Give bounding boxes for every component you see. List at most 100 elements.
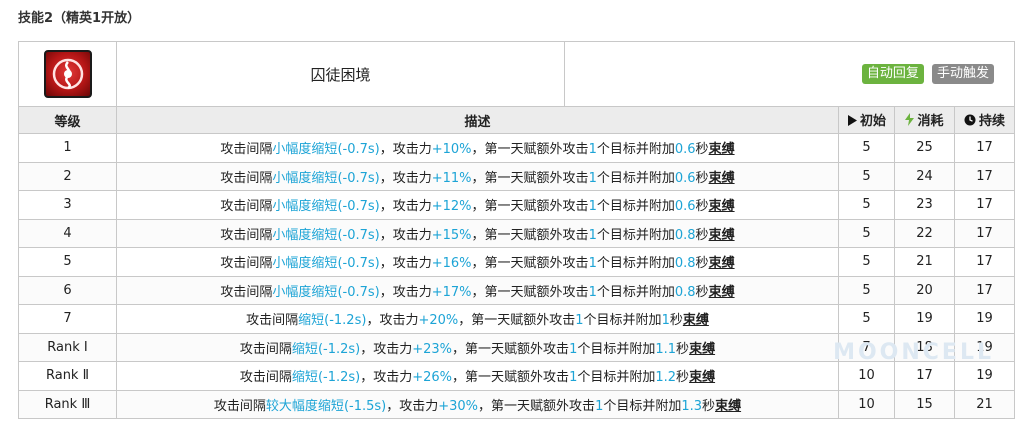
red-knot-skill-icon [43, 50, 92, 98]
cost-label: 消耗 [917, 114, 944, 129]
level-cell: Rank Ⅱ [18, 361, 117, 391]
interval-value: (-0.7s) [337, 199, 380, 215]
atk-value: +12% [431, 199, 472, 215]
target-count: 1 [588, 170, 597, 186]
desc-text: 攻击间隔 [220, 170, 273, 186]
bind-keyword-link[interactable]: 束缚 [715, 399, 741, 414]
level-cell: Rank Ⅲ [18, 389, 117, 419]
desc-text: ，第一天赋额外攻击 [471, 284, 589, 300]
desc-text: 攻击间隔 [239, 370, 292, 386]
desc-text: 秒 [695, 227, 709, 243]
atk-value: +16% [431, 256, 472, 272]
skill-tags: 自动回复 手动触发 [563, 41, 1016, 107]
desc-text: 攻击间隔 [220, 199, 273, 215]
description-cell: 攻击间隔小幅度缩短(-0.7s)，攻击力+12%，第一天赋额外攻击1个目标并附加… [116, 190, 839, 220]
bind-keyword-link[interactable]: 束缚 [709, 142, 735, 157]
level-cell: 5 [18, 247, 117, 277]
desc-text: 个目标并附加 [596, 170, 675, 186]
interval-adjust: 小幅度缩短 [272, 170, 338, 186]
desc-text: 秒 [695, 142, 709, 158]
initial-cell: 10 [838, 389, 895, 419]
desc-text: 个目标并附加 [603, 398, 682, 414]
target-count: 1 [588, 284, 597, 300]
duration-cell: 19 [953, 304, 1016, 334]
bind-keyword-link[interactable]: 束缚 [689, 342, 715, 357]
desc-text: 秒 [702, 398, 716, 414]
interval-adjust: 缩短 [298, 313, 325, 329]
bind-seconds: 0.8 [674, 227, 696, 243]
bind-keyword-link[interactable]: 束缚 [709, 228, 735, 243]
cost-cell: 25 [894, 133, 955, 163]
bind-keyword-link[interactable]: 束缚 [709, 171, 735, 186]
page-title: 技能2（精英1开放） [18, 11, 141, 26]
clock-icon [964, 114, 976, 130]
level-cell: 4 [18, 218, 117, 248]
description-column-header: 描述 [116, 106, 839, 134]
bind-seconds: 0.8 [674, 284, 696, 300]
desc-text: 秒 [695, 170, 709, 186]
table-row: Rank Ⅰ 攻击间隔缩短(-1.2s)，攻击力+23%，第一天赋额外攻击1个目标… [18, 332, 1016, 362]
table-row: 3 攻击间隔小幅度缩短(-0.7s)，攻击力+12%，第一天赋额外攻击1个目标并附… [18, 190, 1016, 220]
bind-seconds: 0.6 [674, 142, 696, 158]
level-cell: 6 [18, 275, 117, 305]
bind-keyword-link[interactable]: 束缚 [709, 285, 735, 300]
initial-cell: 5 [838, 218, 895, 248]
cost-cell: 24 [894, 161, 955, 191]
bind-keyword-link[interactable]: 束缚 [709, 256, 735, 271]
duration-column-header: 持续 [953, 106, 1016, 134]
description-cell: 攻击间隔小幅度缩短(-0.7s)，攻击力+16%，第一天赋额外攻击1个目标并附加… [116, 247, 839, 277]
description-cell: 攻击间隔缩短(-1.2s)，攻击力+26%，第一天赋额外攻击1个目标并附加1.2… [116, 361, 839, 391]
skill-table: 囚徒困境 自动回复 手动触发 等级 描述 初始 消耗 持续 1 攻击间隔小幅度缩短… [18, 41, 1016, 419]
level-column-header: 等级 [18, 106, 117, 134]
target-count: 1 [575, 313, 584, 329]
duration-cell: 19 [953, 332, 1016, 362]
atk-value: +15% [431, 227, 472, 243]
level-cell: 7 [18, 304, 117, 334]
cost-cell: 18 [894, 332, 955, 362]
desc-text: ，第一天赋额外攻击 [458, 313, 576, 329]
duration-cell: 17 [953, 133, 1016, 163]
interval-value: (-1.2s) [324, 313, 367, 329]
level-rows: 1 攻击间隔小幅度缩短(-0.7s)，攻击力+10%，第一天赋额外攻击1个目标并附… [18, 133, 1016, 419]
interval-value: (-0.7s) [337, 227, 380, 243]
level-cell: 1 [18, 133, 117, 163]
description-cell: 攻击间隔小幅度缩短(-0.7s)，攻击力+15%，第一天赋额外攻击1个目标并附加… [116, 218, 839, 248]
initial-cell: 5 [838, 161, 895, 191]
table-row: Rank Ⅱ 攻击间隔缩短(-1.2s)，攻击力+26%，第一天赋额外攻击1个目标… [18, 361, 1016, 391]
desc-text: 攻击间隔 [220, 142, 273, 158]
desc-text: 个目标并附加 [577, 341, 656, 357]
desc-text: ，攻击力 [379, 199, 432, 215]
desc-text: 秒 [695, 284, 709, 300]
desc-text: 个目标并附加 [583, 313, 662, 329]
initial-cell: 10 [838, 361, 895, 391]
interval-value: (-0.7s) [337, 170, 380, 186]
interval-adjust: 小幅度缩短 [272, 142, 338, 158]
desc-text: ，攻击力 [379, 142, 432, 158]
description-cell: 攻击间隔小幅度缩短(-0.7s)，攻击力+17%，第一天赋额外攻击1个目标并附加… [116, 275, 839, 305]
bind-seconds: 1.2 [655, 370, 677, 386]
desc-text: 个目标并附加 [596, 142, 675, 158]
bind-keyword-link[interactable]: 束缚 [709, 199, 735, 214]
cost-cell: 17 [894, 361, 955, 391]
desc-text: ，攻击力 [379, 284, 432, 300]
interval-adjust: 较大幅度缩短 [265, 398, 344, 414]
initial-cell: 5 [838, 275, 895, 305]
bind-keyword-link[interactable]: 束缚 [689, 370, 715, 385]
bind-keyword-link[interactable]: 束缚 [683, 313, 709, 328]
play-icon [847, 115, 857, 130]
description-cell: 攻击间隔缩短(-1.2s)，攻击力+20%，第一天赋额外攻击1个目标并附加1秒束… [116, 304, 839, 334]
bind-seconds: 0.6 [674, 170, 696, 186]
description-cell: 攻击间隔缩短(-1.2s)，攻击力+23%，第一天赋额外攻击1个目标并附加1.1… [116, 332, 839, 362]
desc-text: ，第一天赋额外攻击 [471, 256, 589, 272]
initial-cell: 7 [838, 332, 895, 362]
bind-seconds: 1.1 [655, 341, 677, 357]
cost-column-header: 消耗 [894, 106, 955, 134]
table-row: Rank Ⅲ 攻击间隔较大幅度缩短(-1.5s)，攻击力+30%，第一天赋额外攻击… [18, 389, 1016, 419]
desc-text: ，第一天赋额外攻击 [471, 199, 589, 215]
desc-text: ，攻击力 [386, 398, 439, 414]
interval-value: (-1.2s) [317, 370, 361, 386]
desc-text: ，第一天赋额外攻击 [471, 170, 589, 186]
desc-text: ，攻击力 [366, 313, 419, 329]
interval-value: (-0.7s) [337, 256, 380, 272]
desc-text: 秒 [695, 199, 709, 215]
